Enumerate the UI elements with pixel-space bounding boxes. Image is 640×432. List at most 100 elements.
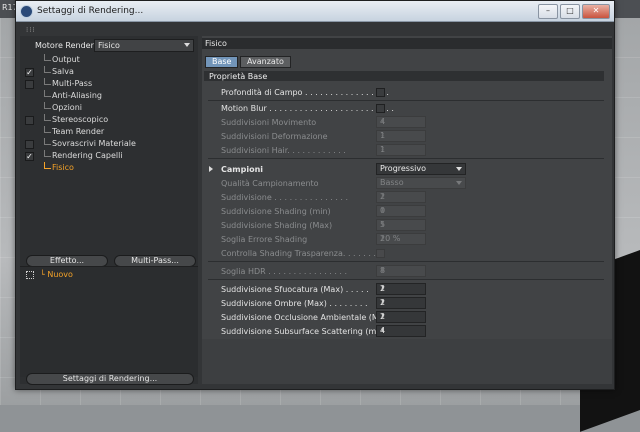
- depth-of-field-checkbox[interactable]: [376, 88, 385, 97]
- tree-item-label: Anti-Aliasing: [52, 91, 102, 100]
- tree-connector: [44, 90, 51, 97]
- spinner-icon: ⬍: [380, 235, 386, 242]
- spinner-icon: ⬍: [380, 193, 386, 200]
- tree-item-team-render[interactable]: Team Render: [20, 126, 198, 138]
- tree-item-salva[interactable]: ✓ Salva: [20, 66, 198, 78]
- prop-label: Suddivisioni Hair. . . . . . . . . . . .: [221, 146, 346, 155]
- tree-connector: [44, 162, 51, 169]
- blur-subdivision-field[interactable]: 2 ⬍: [376, 283, 426, 295]
- minimize-button[interactable]: –: [538, 4, 558, 19]
- tree-item-label: Stereoscopico: [52, 115, 109, 124]
- maximize-button[interactable]: □: [560, 4, 580, 19]
- checkbox-checked[interactable]: ✓: [25, 68, 34, 77]
- spinner-icon: ⬍: [380, 267, 386, 274]
- motion-subdivisions-field[interactable]: 4 ⬍: [376, 116, 426, 128]
- shading-max-field[interactable]: 5 ⬍: [376, 219, 426, 231]
- close-button[interactable]: ✕: [582, 4, 610, 19]
- tree-connector: [44, 102, 51, 109]
- prop-blur-subdivision: Suddivisione Sfuocatura (Max) . . . . . …: [202, 283, 612, 295]
- hair-subdivisions-field[interactable]: 1 ⬍: [376, 144, 426, 156]
- tree-connector: [44, 126, 51, 133]
- renderer-dropdown[interactable]: Fisico: [94, 39, 194, 52]
- prop-label: Suddivisione Sfuocatura (Max) . . . . .: [221, 285, 369, 294]
- tree-item-anti-aliasing[interactable]: Anti-Aliasing: [20, 90, 198, 102]
- ao-subdivision-field[interactable]: 2 ⬍: [376, 311, 426, 323]
- render-settings-dialog: Settaggi di Rendering... – □ ✕ ⁞⁞⁞ Motor…: [15, 0, 615, 390]
- tree-item-output[interactable]: Output: [20, 54, 198, 66]
- empty-panel-area: [202, 339, 612, 384]
- tree-item-label: Team Render: [52, 127, 105, 136]
- tree-item-opzioni[interactable]: Opzioni: [20, 102, 198, 114]
- checkbox-checked[interactable]: ✓: [25, 152, 34, 161]
- preset-list: └ Nuovo: [20, 266, 198, 377]
- hdr-threshold-field[interactable]: 8 ⬍: [376, 265, 426, 277]
- tab-base[interactable]: Base: [205, 56, 239, 68]
- prop-motion-blur: Motion Blur . . . . . . . . . . . . . . …: [202, 102, 612, 114]
- prop-depth-of-field: Profondità di Campo . . . . . . . . . . …: [202, 86, 612, 98]
- tree-item-sovrascrivi-materiale[interactable]: Sovrascrivi Materiale: [20, 138, 198, 150]
- spinner-icon: ⬍: [380, 118, 386, 125]
- prop-sss-subdivision: Suddivisione Subsurface Scattering (max)…: [202, 325, 612, 337]
- expand-arrow-icon[interactable]: [209, 166, 213, 172]
- prop-label: Suddivisione . . . . . . . . . . . . . .…: [221, 193, 349, 202]
- shading-error-field[interactable]: 20 % ⬍: [376, 233, 426, 245]
- settings-tree: Output ✓ Salva Multi-Pass Anti-Aliasing …: [20, 54, 198, 174]
- prop-label: Suddivisione Subsurface Scattering (max): [221, 327, 390, 336]
- checkbox-unchecked[interactable]: [25, 116, 34, 125]
- sampling-quality-dropdown[interactable]: Basso: [376, 177, 466, 189]
- deformation-subdivisions-field[interactable]: 1 ⬍: [376, 130, 426, 142]
- tree-connector: [44, 78, 51, 85]
- spinner-icon: ⬍: [380, 327, 386, 334]
- sampler-dropdown[interactable]: Progressivo: [376, 163, 466, 175]
- separator: [208, 158, 604, 159]
- checkbox-unchecked[interactable]: [25, 80, 34, 89]
- spinner-icon: ⬍: [380, 299, 386, 306]
- checkbox-unchecked[interactable]: [25, 140, 34, 149]
- section-title: Fisico: [205, 39, 227, 48]
- prop-shading-error: Soglia Errore Shading 20 % ⬍: [202, 233, 612, 245]
- prop-subdivision: Suddivisione . . . . . . . . . . . . . .…: [202, 191, 612, 203]
- prop-shading-min: Suddivisione Shading (min) 0 ⬍: [202, 205, 612, 217]
- dropdown-value: Basso: [380, 178, 404, 187]
- render-preset-icon: [26, 271, 34, 279]
- renderer-row: Motore Render Fisico: [20, 38, 198, 52]
- sss-subdivision-field[interactable]: 4 ⬍: [376, 325, 426, 337]
- subdivision-field[interactable]: 2 ⬍: [376, 191, 426, 203]
- render-settings-button[interactable]: Settaggi di Rendering...: [26, 373, 194, 385]
- tree-item-stereoscopico[interactable]: Stereoscopico: [20, 114, 198, 126]
- prop-transparency-shading: Controlla Shading Trasparenza. . . . . .…: [202, 247, 612, 259]
- tree-item-label: Multi-Pass: [52, 79, 93, 88]
- prop-label: Suddivisione Ombre (Max) . . . . . . . .: [221, 299, 368, 308]
- tree-connector: [44, 150, 51, 157]
- prop-motion-subdivisions: Suddivisioni Movimento 4 ⬍: [202, 116, 612, 128]
- shadow-subdivision-field[interactable]: 2 ⬍: [376, 297, 426, 309]
- preset-item-label: Nuovo: [47, 270, 73, 279]
- prop-label: Suddivisioni Movimento: [221, 118, 317, 127]
- dialog-titlebar[interactable]: Settaggi di Rendering... – □ ✕: [16, 1, 614, 22]
- settings-content-panel: Fisico Base Avanzato Proprietà Base Prof…: [202, 36, 612, 384]
- tree-item-rendering-capelli[interactable]: ✓ Rendering Capelli: [20, 150, 198, 162]
- transparency-shading-checkbox[interactable]: [376, 249, 385, 258]
- renderer-label: Motore Render: [35, 41, 94, 50]
- prop-label: Controlla Shading Trasparenza. . . . . .…: [221, 249, 376, 258]
- tree-item-multipass[interactable]: Multi-Pass: [20, 78, 198, 90]
- tree-item-label: Output: [52, 55, 80, 64]
- separator: [208, 100, 604, 101]
- prop-label: Suddivisioni Deformazione: [221, 132, 328, 141]
- prop-label: Qualità Campionamento: [221, 179, 319, 188]
- render-settings-sidebar: Motore Render Fisico Output ✓ Salva Mult…: [20, 36, 198, 385]
- spinner-icon: ⬍: [380, 146, 386, 153]
- motion-blur-checkbox[interactable]: [376, 104, 385, 113]
- tab-avanzato[interactable]: Avanzato: [240, 56, 291, 68]
- panel-grip-icon[interactable]: ⁞⁞⁞: [26, 26, 36, 34]
- section-header: Fisico: [202, 38, 612, 49]
- prop-deformation-subdivisions: Suddivisioni Deformazione 1 ⬍: [202, 130, 612, 142]
- group-title: Proprietà Base: [209, 72, 268, 81]
- tree-item-fisico[interactable]: Fisico: [20, 162, 198, 174]
- shading-min-field[interactable]: 0 ⬍: [376, 205, 426, 217]
- prop-label: Soglia HDR . . . . . . . . . . . . . . .…: [221, 267, 348, 276]
- prop-label: Suddivisione Shading (Max): [221, 221, 333, 230]
- preset-item[interactable]: └ Nuovo: [40, 270, 73, 279]
- dropdown-value: Progressivo: [380, 164, 426, 173]
- tree-item-label: Salva: [52, 67, 74, 76]
